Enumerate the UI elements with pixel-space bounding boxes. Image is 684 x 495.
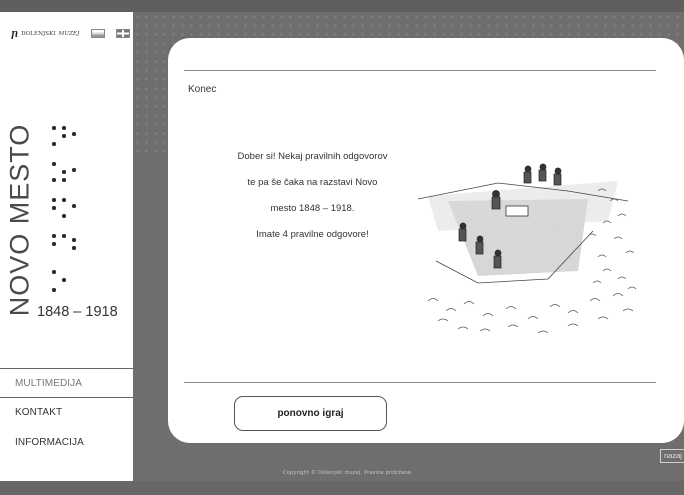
crowd-sketch-illustration [418,163,637,334]
english-flag-icon[interactable] [116,29,130,38]
copyright-text: Copyright © Dolenjski muzej. Pravice pri… [283,470,413,476]
top-strip [0,0,684,12]
braille-dot [72,168,76,172]
braille-dot [62,126,66,130]
braille-dot [72,132,76,136]
braille-dot [72,246,76,250]
logo-text-italic: MUZEJ [58,31,80,37]
slovenian-flag-icon[interactable] [91,29,105,38]
site-title: NOVO MESTO [4,120,35,320]
museum-logo[interactable]: Ꞃ DOLENJSKI MUZEJ [11,29,79,39]
message-line: te pa še čaka na razstavi Novo [247,177,378,188]
braille-dot [52,126,56,130]
result-message: Dober si! Nekaj pravilnih odgovorov te p… [215,150,410,254]
braille-dot [52,178,56,182]
sidebar-nav: MULTIMEDIJA KONTAKT INFORMACIJA [0,368,133,458]
sidebar-item-kontakt[interactable]: KONTAKT [0,398,133,428]
braille-dot [62,234,66,238]
braille-dot [52,288,56,292]
braille-dot [62,178,66,182]
divider [184,382,656,383]
message-line: Dober si! Nekaj pravilnih odgovorov [237,151,388,162]
logo-text: DOLENJSKI [21,31,56,37]
sidebar: Ꞃ DOLENJSKI MUZEJ NOVO MESTO 1848 – 1918… [0,12,133,481]
braille-dot [52,270,56,274]
braille-dot [52,198,56,202]
braille-dot [62,278,66,282]
quiz-panel: Konec Dober si! Nekaj pravilnih odgovoro… [168,38,684,443]
braille-dot [52,206,56,210]
braille-dot [62,214,66,218]
dolenjski-muzej-logo-icon: Ꞃ [11,29,19,39]
sidebar-item-informacija[interactable]: INFORMACIJA [0,428,133,458]
braille-dot [62,198,66,202]
back-button[interactable]: nazaj [660,449,684,463]
braille-pattern [50,124,90,304]
sidebar-item-multimedija[interactable]: MULTIMEDIJA [0,368,133,398]
braille-dot [52,234,56,238]
braille-dot [62,170,66,174]
braille-dot [62,134,66,138]
site-title-text: NOVO MESTO [4,123,35,317]
year-range: 1848 – 1918 [37,304,118,320]
replay-button[interactable]: ponovno igraj [234,396,387,431]
braille-dot [52,142,56,146]
page-title: Konec [188,84,217,95]
braille-dot [52,162,56,166]
braille-dot [72,204,76,208]
score-text: Imate 4 pravilne odgovore! [256,229,369,240]
message-line: mesto 1848 – 1918. [270,203,355,214]
divider [184,70,656,71]
bottom-strip [0,481,684,495]
braille-dot [72,238,76,242]
braille-dot [52,242,56,246]
